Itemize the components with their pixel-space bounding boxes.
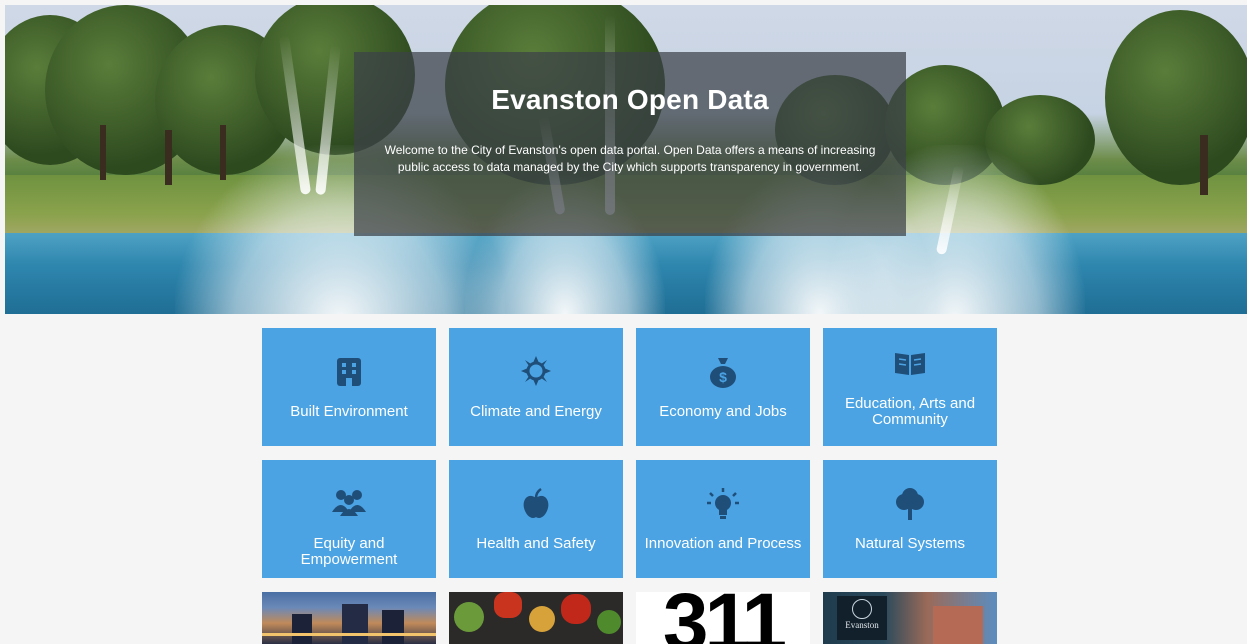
evanston-logo-text: Evanston bbox=[845, 620, 879, 630]
category-label: Health and Safety bbox=[476, 535, 596, 552]
city-seal-icon bbox=[852, 599, 872, 619]
category-tile-built-environment[interactable]: Built Environment bbox=[262, 328, 436, 446]
category-label: Education, Arts and Community bbox=[844, 395, 976, 428]
page-title: Evanston Open Data bbox=[491, 84, 769, 115]
311-text: 311 bbox=[662, 592, 787, 644]
311-thumbnail[interactable]: 311 bbox=[636, 592, 810, 644]
sun-icon bbox=[449, 356, 623, 388]
category-tile-natural-systems[interactable]: Natural Systems bbox=[823, 460, 997, 578]
svg-text:$: $ bbox=[719, 369, 727, 385]
hero-overlay: Evanston Open Data Welcome to the City o… bbox=[354, 52, 906, 236]
category-label: Built Environment bbox=[290, 403, 408, 420]
category-label: Natural Systems bbox=[854, 535, 966, 552]
hero-description: Welcome to the City of Evanston's open d… bbox=[384, 143, 876, 174]
category-tile-education-arts-and-community[interactable]: Education, Arts and Community bbox=[823, 328, 997, 446]
category-label: Climate and Energy bbox=[470, 403, 602, 420]
category-tile-health-and-safety[interactable]: Health and Safety bbox=[449, 460, 623, 578]
category-tile-equity-and-empowerment[interactable]: Equity and Empowerment bbox=[262, 460, 436, 578]
category-tile-economy-and-jobs[interactable]: $ Economy and Jobs bbox=[636, 328, 810, 446]
lightbulb-icon bbox=[636, 488, 810, 520]
city-skyline-thumbnail[interactable] bbox=[262, 592, 436, 644]
hero-banner: Evanston Open Data Welcome to the City o… bbox=[5, 5, 1247, 314]
category-label: Equity and Empowerment bbox=[300, 535, 398, 568]
vegetables-thumbnail[interactable] bbox=[449, 592, 623, 644]
book-icon bbox=[823, 350, 997, 382]
category-tile-climate-and-energy[interactable]: Climate and Energy bbox=[449, 328, 623, 446]
people-icon bbox=[262, 488, 436, 520]
category-label: Innovation and Process bbox=[644, 535, 802, 552]
apple-icon bbox=[449, 488, 623, 520]
category-label: Economy and Jobs bbox=[659, 403, 787, 420]
building-icon bbox=[262, 356, 436, 388]
money-bag-icon: $ bbox=[636, 356, 810, 388]
category-tile-innovation-and-process[interactable]: Innovation and Process bbox=[636, 460, 810, 578]
city-of-evanston-thumbnail[interactable]: Evanston bbox=[823, 592, 997, 644]
tree-icon bbox=[823, 488, 997, 520]
